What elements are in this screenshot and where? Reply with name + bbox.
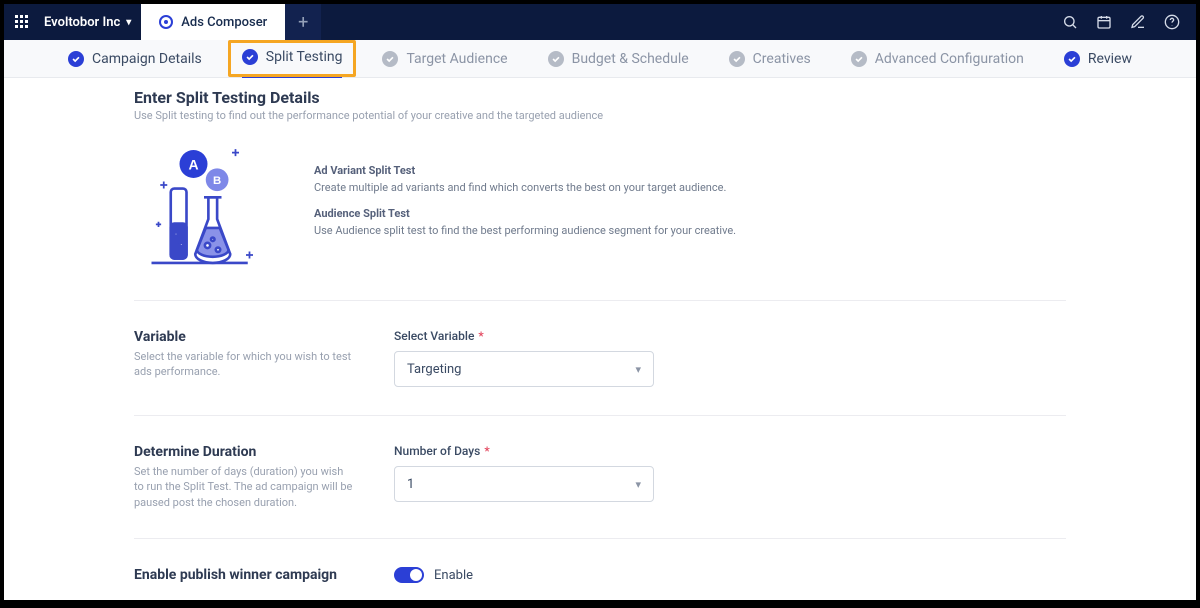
step-target-audience[interactable]: Target Audience: [382, 40, 507, 78]
check-circle-icon: [382, 51, 398, 67]
section-variable-help: Select the variable for which you wish t…: [134, 349, 354, 380]
publish-winner-toggle-label: Enable: [434, 568, 473, 583]
svg-text:B: B: [213, 175, 221, 187]
split-test-illustration: A B: [134, 136, 274, 276]
step-label: Campaign Details: [92, 51, 202, 67]
chevron-down-icon: ▾: [635, 478, 641, 491]
apps-launcher-icon[interactable]: [4, 15, 40, 29]
search-icon[interactable]: [1062, 14, 1078, 30]
step-split-testing[interactable]: Split Testing: [242, 40, 343, 78]
help-icon[interactable]: [1164, 14, 1180, 30]
duration-field-label: Number of Days: [394, 444, 480, 458]
tab-label: Ads Composer: [181, 15, 267, 30]
intro-variant-desc: Create multiple ad variants and find whi…: [314, 181, 726, 194]
section-publish-title: Enable publish winner campaign: [134, 567, 354, 583]
step-budget-schedule[interactable]: Budget & Schedule: [548, 40, 689, 78]
required-indicator: *: [478, 329, 483, 343]
svg-text:A: A: [188, 156, 198, 172]
step-label: Creatives: [753, 51, 811, 67]
variable-select-value: Targeting: [407, 362, 461, 377]
page-subtitle: Use Split testing to find out the perfor…: [134, 109, 1066, 122]
step-advanced-configuration[interactable]: Advanced Configuration: [851, 40, 1024, 78]
variable-select[interactable]: Targeting ▾: [394, 351, 654, 387]
page-title: Enter Split Testing Details: [134, 88, 1066, 107]
section-variable-title: Variable: [134, 329, 354, 345]
section-duration-title: Determine Duration: [134, 444, 354, 460]
step-label: Split Testing: [266, 49, 343, 65]
check-circle-icon: [729, 51, 745, 67]
target-icon: [159, 15, 173, 29]
new-tab-button[interactable]: +: [285, 4, 321, 40]
publish-winner-toggle[interactable]: [394, 567, 424, 583]
step-label: Budget & Schedule: [572, 51, 689, 67]
check-circle-icon: [242, 49, 258, 65]
tab-ads-composer[interactable]: Ads Composer: [141, 4, 285, 40]
step-label: Review: [1088, 51, 1132, 67]
content: Enter Split Testing Details Use Split te…: [4, 78, 1196, 600]
check-circle-icon: [68, 51, 84, 67]
check-circle-icon: [548, 51, 564, 67]
check-circle-icon: [851, 51, 867, 67]
step-label: Target Audience: [406, 51, 507, 67]
topbar: Evoltobor Inc ▾ Ads Composer +: [4, 4, 1196, 40]
step-creatives[interactable]: Creatives: [729, 40, 811, 78]
intro-audience-title: Audience Split Test: [314, 206, 736, 223]
wizard-steps: Campaign Details Split Testing Target Au…: [4, 40, 1196, 78]
step-review[interactable]: Review: [1064, 40, 1132, 78]
check-circle-icon: [1064, 51, 1080, 67]
step-label: Advanced Configuration: [875, 51, 1024, 67]
org-name: Evoltobor Inc: [44, 15, 120, 30]
required-indicator: *: [484, 444, 489, 458]
step-campaign-details[interactable]: Campaign Details: [68, 40, 202, 78]
chevron-down-icon: ▾: [126, 17, 131, 28]
variable-field-label: Select Variable: [394, 329, 474, 343]
calendar-icon[interactable]: [1096, 14, 1112, 30]
org-switcher[interactable]: Evoltobor Inc ▾: [40, 15, 141, 30]
section-duration-help: Set the number of days (duration) you wi…: [134, 464, 354, 510]
intro-audience-desc: Use Audience split test to find the best…: [314, 224, 736, 237]
intro-variant-title: Ad Variant Split Test: [314, 163, 736, 180]
chevron-down-icon: ▾: [635, 363, 641, 376]
duration-select-value: 1: [407, 477, 414, 492]
compose-icon[interactable]: [1130, 14, 1146, 30]
duration-select[interactable]: 1 ▾: [394, 466, 654, 502]
